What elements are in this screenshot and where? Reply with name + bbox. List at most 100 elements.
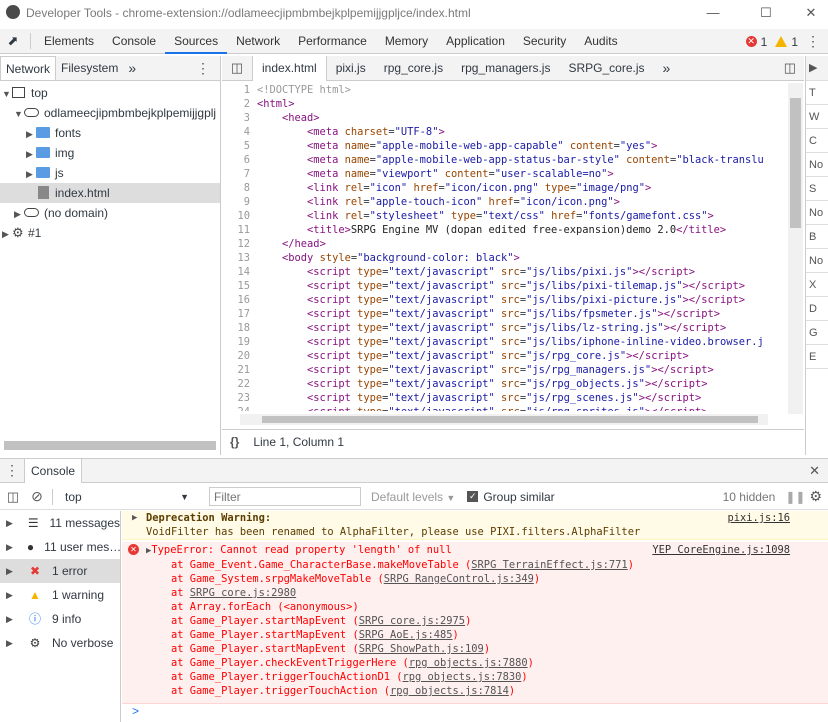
debugger-section[interactable]: No (806, 153, 828, 177)
tree-origin[interactable]: ▼ odlameecjipmbmbejkplpemijjgplj (0, 103, 220, 123)
tree-no-domain[interactable]: ▶ (no domain) (0, 203, 220, 223)
stack-frame-link[interactable]: SRPG AoE.js:485 (359, 629, 453, 641)
tab-application[interactable]: Application (437, 29, 514, 54)
code-view[interactable]: 1 <!DOCTYPE html> 2 <html> 3 <head> 4 <meta c… (222, 83, 788, 411)
clear-console-icon[interactable]: ⊘ (26, 488, 48, 505)
tab-security[interactable]: Security (514, 29, 575, 54)
sidebar-item-warning[interactable]: ▶ ▲ 1 warning (0, 583, 120, 607)
close-drawer-icon[interactable]: ✕ (809, 463, 820, 479)
settings-gear-icon[interactable]: ⚙ (809, 488, 822, 505)
code-line: 14 <script type="text/javascript" src="j… (222, 265, 788, 279)
debugger-toolbar[interactable]: ▶ (806, 56, 828, 81)
line-content: <body style="background-color: black"> (282, 252, 520, 264)
inspect-icon[interactable]: ⬈ (0, 33, 26, 49)
tab-memory[interactable]: Memory (376, 29, 437, 54)
group-similar-checkbox[interactable]: ✓ Group similar (467, 490, 555, 504)
stack-frame-text: at Game_Event.Game_CharacterBase.makeMov… (146, 559, 472, 571)
stack-frame: at Game_System.srpgMakeMoveTable (SRPG R… (146, 572, 828, 586)
debugger-section[interactable]: G (806, 321, 828, 345)
debugger-section[interactable]: E (806, 345, 828, 369)
warning-title: Deprecation Warning: (146, 512, 272, 524)
code-line: 11 <title>SRPG Engine MV (dopan edited f… (222, 223, 788, 237)
console-prompt[interactable]: > (132, 704, 139, 718)
more-tabs-icon[interactable]: » (654, 56, 680, 81)
sidebar-item-user[interactable]: ▶ ● 11 user mes… (0, 535, 120, 559)
console-filter-input[interactable] (209, 487, 361, 506)
line-content: <script type="text/javascript" src="js/r… (307, 378, 708, 390)
pretty-print-icon[interactable]: {} (230, 435, 239, 449)
tab-elements[interactable]: Elements (35, 29, 103, 54)
log-levels-dropdown[interactable]: Default levels ▼ (371, 490, 455, 504)
stack-frame-end: ) (533, 573, 541, 585)
minimize-button[interactable]: — (690, 0, 736, 25)
debugger-section[interactable]: X (806, 273, 828, 297)
tree-worker[interactable]: ▶ ⚙ #1 (0, 223, 220, 243)
more-tabs-icon[interactable]: » (123, 56, 141, 80)
tab-console[interactable]: Console (103, 29, 165, 54)
stack-frame-link[interactable]: rpg objects.js:7830 (402, 671, 521, 683)
tab-index-html[interactable]: index.html (252, 55, 327, 81)
drawer-menu-icon[interactable]: ⋮ (0, 462, 24, 479)
sidebar-item-info[interactable]: ▶ ⓘ 9 info (0, 607, 120, 631)
stack-frame-link[interactable]: rpg objects.js:7880 (409, 657, 528, 669)
tab-console[interactable]: Console (24, 458, 83, 483)
issue-counters[interactable]: ✕ 1 1 (745, 29, 798, 54)
debugger-section[interactable]: C (806, 129, 828, 153)
error-message[interactable]: ✕ YEP CoreEngine.js:1098 ▶TypeError: Can… (122, 542, 828, 704)
vertical-scrollbar[interactable] (788, 83, 803, 414)
tab-sources[interactable]: Sources (165, 29, 228, 54)
list-icon: ☰ (27, 516, 39, 530)
main-tab-bar: ⬈ Elements Console Sources Network Performan… (0, 29, 828, 54)
pause-icon[interactable]: ❚❚ (785, 490, 805, 504)
tree-folder-img[interactable]: ▶ img (0, 143, 220, 163)
toggle-debugger-icon[interactable]: ◫ (784, 60, 796, 76)
tab-audits[interactable]: Audits (575, 29, 626, 54)
tab-pixi-js[interactable]: pixi.js (327, 56, 375, 81)
debugger-section[interactable]: T (806, 81, 828, 105)
debugger-section[interactable]: W (806, 105, 828, 129)
stack-frame-link[interactable]: SRPG core.js:2975 (359, 615, 465, 627)
stack-frame-link[interactable]: rpg objects.js:7814 (390, 685, 509, 697)
collapse-arrow-icon: ▶ (6, 614, 13, 624)
tab-rpg-managers-js[interactable]: rpg_managers.js (452, 56, 559, 81)
stack-frame-link[interactable]: SRPG TerrainEffect.js:771 (471, 559, 627, 571)
code-line: 4 <meta charset="UTF-8"> (222, 125, 788, 139)
navigator-menu-icon[interactable]: ⋮ (196, 60, 210, 77)
stack-frame-link[interactable]: SRPG ShowPath.js:109 (359, 643, 484, 655)
tab-network[interactable]: Network (227, 29, 289, 54)
tree-folder-js[interactable]: ▶ js (0, 163, 220, 183)
debugger-section[interactable]: S (806, 177, 828, 201)
stack-frame-link[interactable]: SRPG RangeControl.js:349 (384, 573, 534, 585)
error-source-link[interactable]: YEP CoreEngine.js:1098 (652, 543, 790, 557)
toggle-navigator-icon[interactable]: ◫ (222, 60, 252, 76)
horizontal-scrollbar[interactable] (240, 414, 768, 425)
tab-performance[interactable]: Performance (289, 29, 376, 54)
tab-srpg-core-js[interactable]: SRPG_core.js (559, 56, 653, 81)
folder-icon (36, 147, 50, 158)
maximize-button[interactable]: ☐ (743, 0, 789, 25)
warning-text: VoidFilter has been renamed to AlphaFilt… (146, 526, 641, 538)
debugger-section[interactable]: No (806, 249, 828, 273)
debugger-section[interactable]: D (806, 297, 828, 321)
debugger-section[interactable]: No (806, 201, 828, 225)
context-select[interactable]: top ▼ (57, 490, 195, 504)
sidebar-toggle-icon[interactable]: ◫ (0, 489, 26, 505)
tree-folder-fonts[interactable]: ▶ fonts (0, 123, 220, 143)
warning-source-link[interactable]: pixi.js:16 (727, 511, 790, 525)
stack-frame-link[interactable]: SRPG core.js:2980 (190, 587, 296, 599)
navigator-scrollbar[interactable] (4, 441, 216, 450)
sidebar-item-list[interactable]: ▶ ☰ 11 messages (0, 511, 120, 535)
sidebar-item-error[interactable]: ▶ ✖ 1 error (0, 559, 120, 583)
debugger-section[interactable]: B (806, 225, 828, 249)
tab-rpg-core-js[interactable]: rpg_core.js (375, 56, 452, 81)
close-button[interactable]: ✕ (788, 0, 828, 25)
sidebar-item-bug[interactable]: ▶ ⚙ No verbose (0, 631, 120, 655)
tree-top[interactable]: ▼ top (0, 83, 220, 103)
warning-message[interactable]: ▶ pixi.js:16 Deprecation Warning: VoidFi… (122, 511, 828, 540)
tree-file-index[interactable]: index.html (0, 183, 220, 203)
tab-network[interactable]: Network (0, 56, 57, 80)
line-number: 5 (243, 140, 250, 152)
navigator-tabs: Network Filesystem » ⋮ (0, 56, 220, 81)
tab-filesystem[interactable]: Filesystem (56, 56, 123, 80)
more-menu-icon[interactable]: ⋮ (806, 33, 820, 50)
